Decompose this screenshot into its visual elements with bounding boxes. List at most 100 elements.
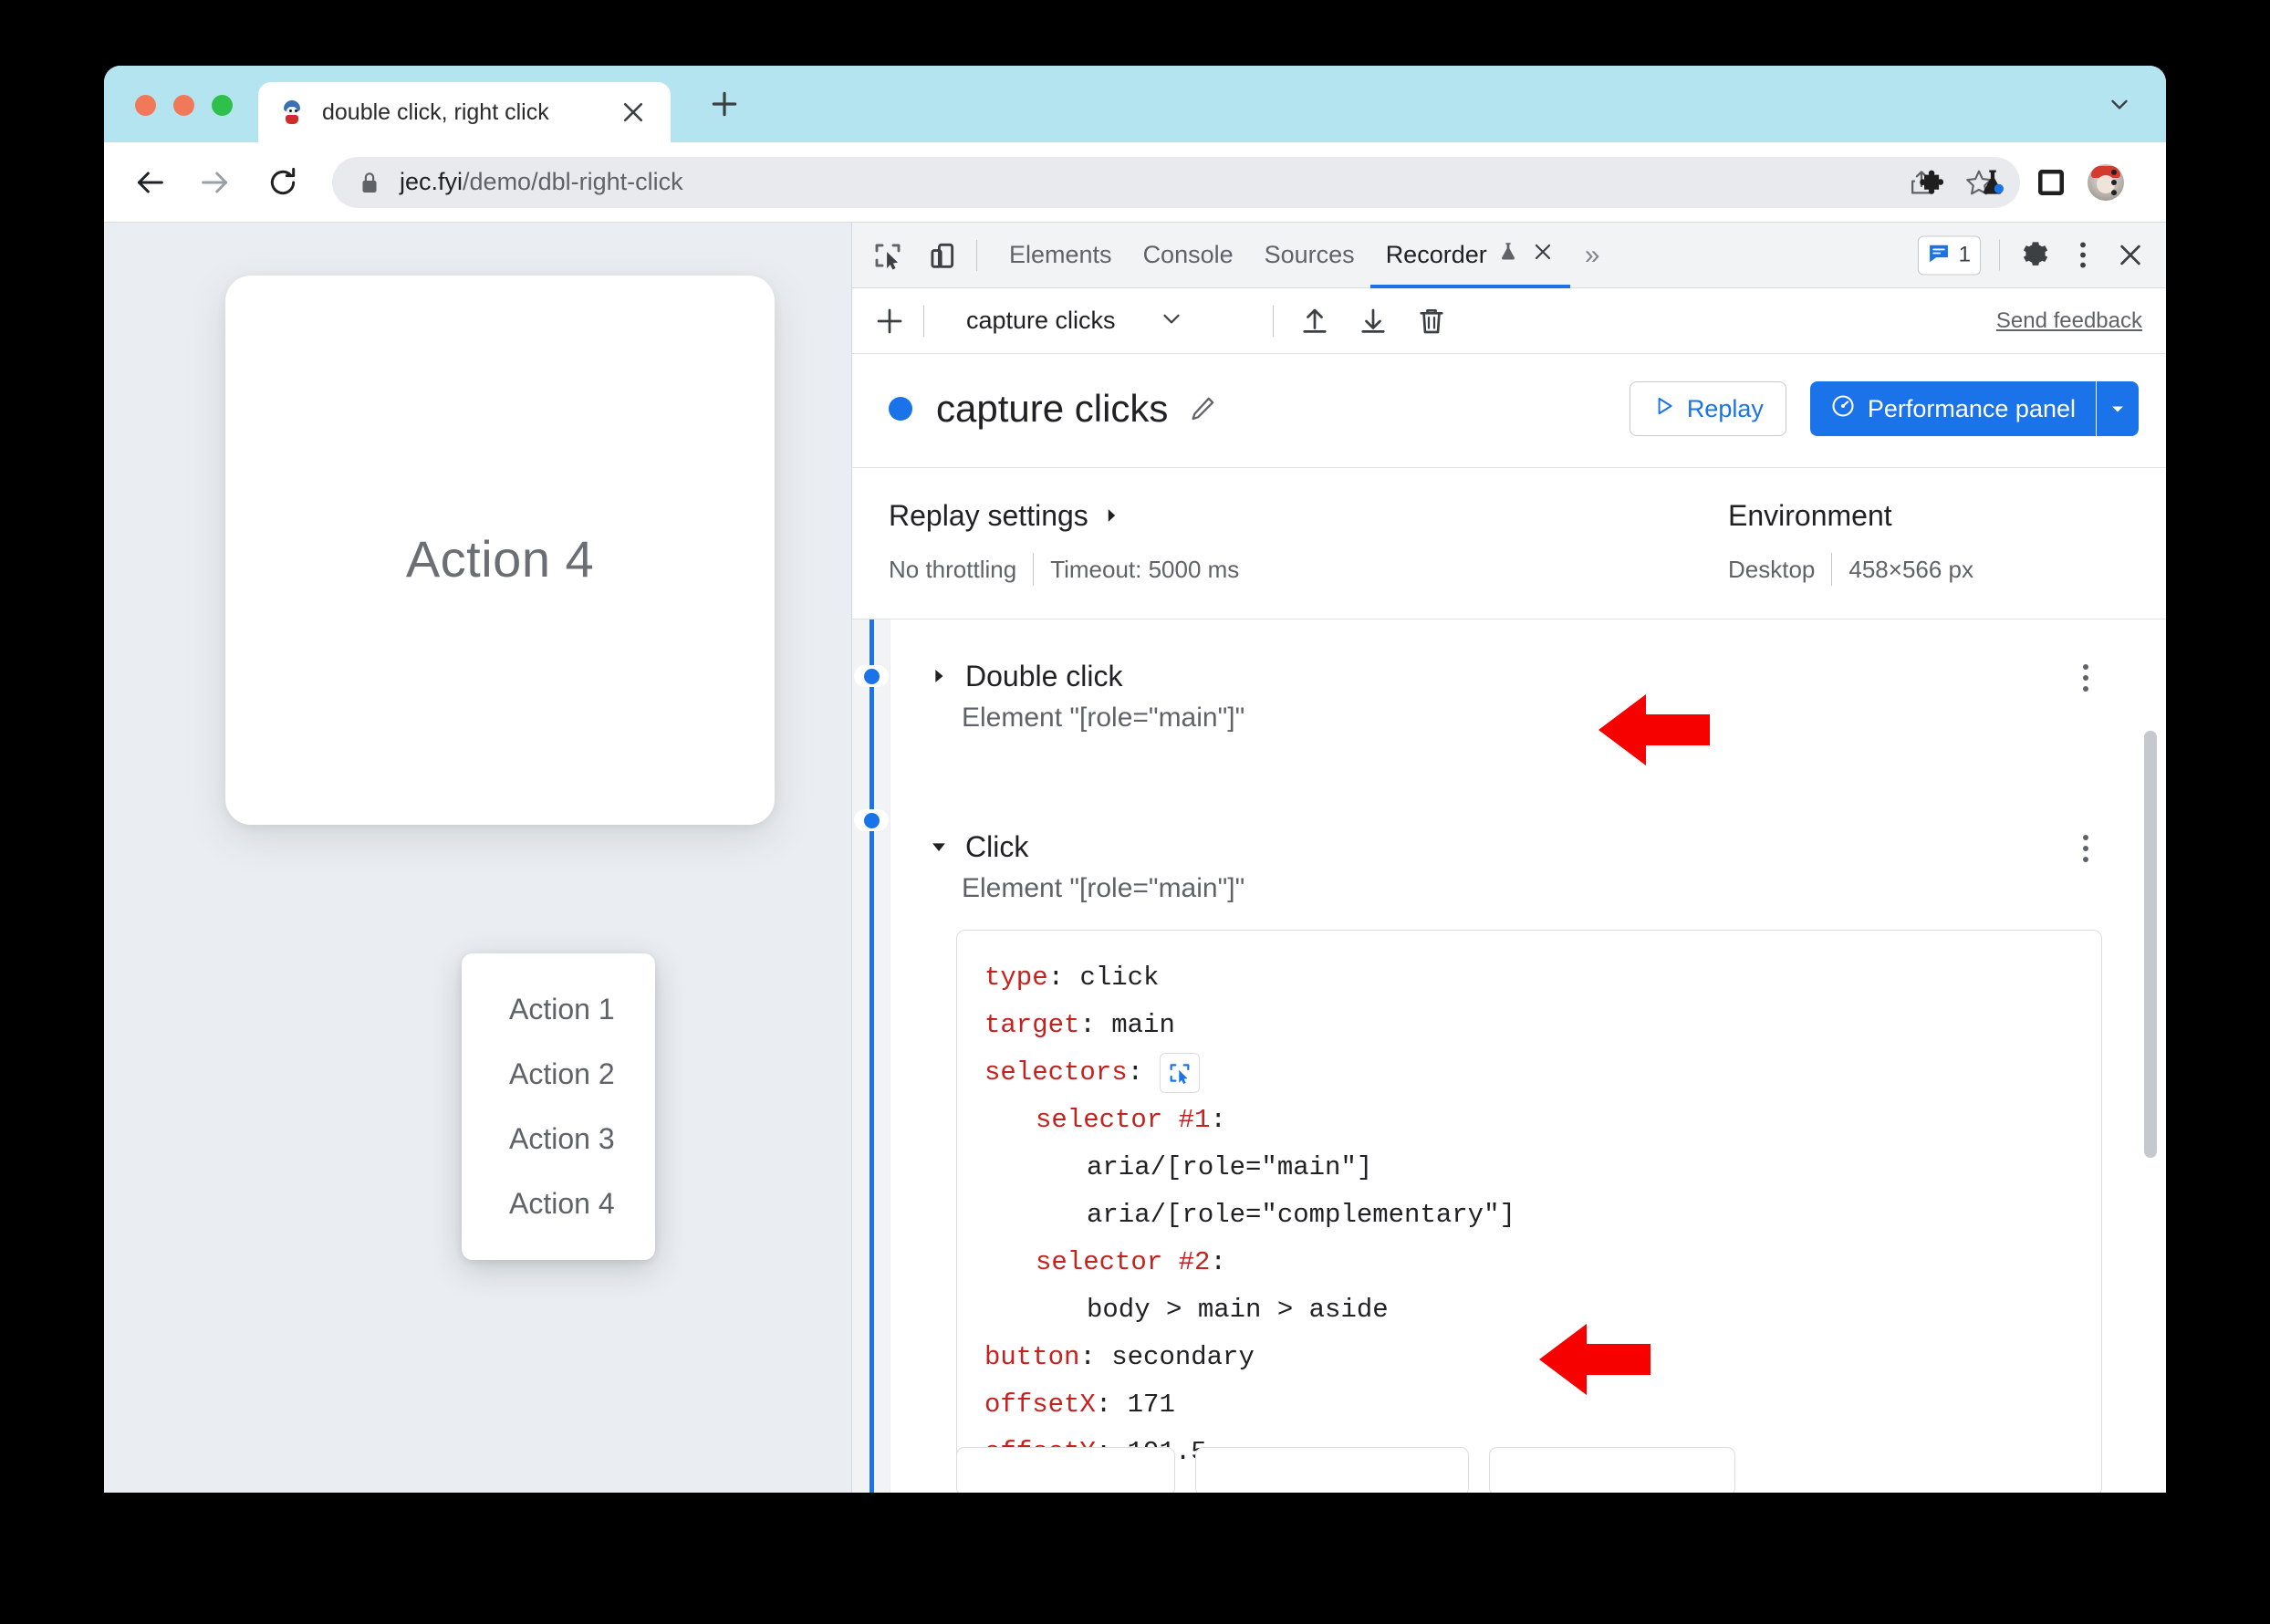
recorder-toolbar: capture clicks Send feedback [852,288,2166,354]
settings-gear-icon[interactable] [2018,238,2053,273]
close-devtools-icon[interactable] [2113,238,2148,273]
demo-card-label: Action 4 [405,530,595,588]
recorder-settings-row: Replay settings No throttling Timeout: 5… [852,468,2166,619]
puzzle-extension-icon[interactable] [1918,166,1951,199]
step-menu-icon[interactable] [2069,828,2102,869]
replay-button-label: Replay [1686,394,1764,422]
device-toolbar-icon[interactable] [925,238,960,273]
recording-header: capture clicks Replay Performance panel [852,354,2166,468]
url-host: jec.fyi [400,168,463,195]
add-recording-icon[interactable] [872,304,907,338]
devtools-tab-bar: Elements Console Sources Recorder » 1 [852,223,2166,288]
demo-card[interactable]: Action 4 [225,276,775,825]
pencil-icon[interactable] [1188,394,1217,423]
detail-line-button: button: secondary [984,1334,2074,1381]
context-menu-item-3[interactable]: Action 3 [462,1107,655,1171]
side-panel-icon[interactable] [2036,168,2066,197]
step-double-click-subtitle: Element "[role="main"]" [962,703,1245,733]
close-recorder-tab-icon[interactable] [1531,240,1555,270]
performance-panel-label: Performance panel [1867,394,2076,422]
step-action-button-1[interactable] [956,1447,1175,1493]
browser-tab-strip: double click, right click [104,66,2166,142]
export-icon[interactable] [1356,304,1390,338]
detail-line-selector-2: selector #2: [984,1239,2074,1286]
recording-actions: Replay Performance panel [1629,381,2139,436]
timeline-dot-step-1 [854,665,889,687]
forward-icon[interactable] [197,164,234,201]
detail-line-target: target: main [984,1002,2074,1049]
chrome-menu-icon[interactable] [2100,165,2128,200]
rendered-page: Action 4 Action 1 Action 2 Action 3 Acti… [104,223,852,1493]
browser-tab-title: double click, right click [322,99,549,125]
collapse-triangle-icon[interactable] [929,830,949,864]
context-menu-item-1[interactable]: Action 1 [462,977,655,1042]
detail-key: offsetX [984,1390,1096,1420]
detail-line-selector-1-aria-complementary: aria/[role="complementary"] [984,1192,2074,1239]
step-double-click[interactable]: Double click Element "[role="main"]" [929,619,2166,734]
replay-settings-values: No throttling Timeout: 5000 ms [889,553,1728,586]
detail-key: button [984,1342,1080,1372]
performance-panel-button[interactable]: Performance panel [1809,381,2096,436]
window-close-button[interactable] [135,95,156,116]
detail-value: aria/[role="main"] [1087,1152,1373,1182]
browser-tab[interactable]: double click, right click [258,82,671,142]
expand-triangle-icon[interactable] [929,660,949,693]
divider [976,239,977,271]
replay-settings-heading: Replay settings [889,499,1088,532]
close-icon[interactable] [620,99,647,126]
detail-value: aria/[role="complementary"] [1087,1200,1515,1230]
selector-picker-icon[interactable] [1160,1053,1201,1093]
step-action-button-3[interactable] [1489,1447,1735,1493]
tab-console[interactable]: Console [1128,223,1249,288]
detail-line-type: type: click [984,954,2074,1002]
detail-line-selectors: selectors: [984,1049,2074,1097]
browser-toolbar: jec.fyi/demo/dbl-right-click [104,142,2166,223]
step-double-click-title[interactable]: Double click [929,660,2166,693]
step-click[interactable]: Click Element "[role="main"]" type: clic… [929,734,2166,1493]
issues-button[interactable]: 1 [1917,235,1981,275]
context-menu: Action 1 Action 2 Action 3 Action 4 [462,953,655,1260]
import-icon[interactable] [1297,304,1332,338]
step-menu-icon[interactable] [2069,658,2102,698]
inspect-element-icon[interactable] [870,238,905,273]
flask-experiment-icon[interactable] [1976,166,2009,199]
window-maximize-button[interactable] [212,95,233,116]
issues-count: 1 [1958,242,1971,267]
tab-sources[interactable]: Sources [1249,223,1370,288]
detail-value: main [1111,1010,1175,1040]
delete-icon[interactable] [1414,304,1449,338]
back-icon[interactable] [131,164,168,201]
experiment-flask-icon [1496,240,1520,270]
detail-key: target [984,1010,1080,1040]
devtools-panel: Elements Console Sources Recorder » 1 ca… [852,223,2166,1493]
tab-recorder[interactable]: Recorder [1369,223,1570,288]
context-menu-item-4[interactable]: Action 4 [462,1171,655,1236]
window-minimize-button[interactable] [173,95,194,116]
devtools-menu-icon[interactable] [2066,238,2100,273]
scrollbar-thumb[interactable] [2144,731,2157,1158]
environment-device: Desktop [1728,555,1816,583]
performance-panel-caret[interactable] [2097,381,2139,436]
send-feedback-link[interactable]: Send feedback [1996,308,2142,334]
chevron-down-icon [1158,305,1185,337]
detail-line-offsetx: offsetX: 171 [984,1381,2074,1429]
recording-selector[interactable]: capture clicks [955,305,1256,337]
step-action-button-2[interactable] [1195,1447,1469,1493]
reload-icon[interactable] [265,164,301,201]
step-click-title[interactable]: Click [929,830,2166,864]
environment-column: Environment Desktop 458×566 px [1728,499,1973,586]
tab-recorder-label: Recorder [1385,241,1487,268]
chevron-down-icon[interactable] [2106,90,2133,118]
new-tab-button[interactable] [706,86,743,122]
more-tabs-icon[interactable]: » [1585,240,1600,271]
context-menu-item-2[interactable]: Action 2 [462,1042,655,1107]
tab-elements[interactable]: Elements [994,223,1128,288]
step-click-subtitle: Element "[role="main"]" [962,873,1245,903]
address-bar[interactable]: jec.fyi/demo/dbl-right-click [332,156,2020,208]
replay-button[interactable]: Replay [1629,381,1786,436]
recording-status-dot [889,397,912,421]
penguin-favicon-icon [280,100,304,124]
detail-value: click [1079,963,1160,993]
devtools-scrollbar[interactable] [2140,619,2161,1493]
replay-settings-toggle[interactable]: Replay settings [889,499,1728,533]
